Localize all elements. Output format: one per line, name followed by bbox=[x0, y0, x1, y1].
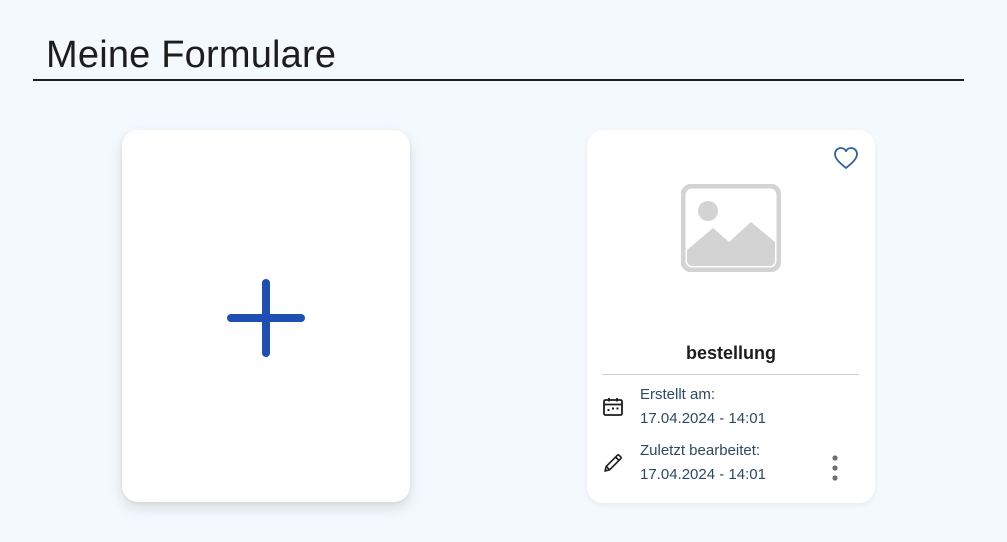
image-placeholder-icon bbox=[681, 184, 781, 272]
page-title: Meine Formulare bbox=[46, 34, 337, 76]
created-value: 17.04.2024 - 14:01 bbox=[640, 410, 766, 427]
edited-label: Zuletzt bearbeitet: bbox=[640, 442, 761, 459]
new-form-card[interactable] bbox=[122, 130, 410, 502]
form-card[interactable]: bestellung Erstellt am: 17.04.2024 - 14:… bbox=[587, 130, 875, 503]
card-divider bbox=[602, 374, 859, 375]
calendar-icon bbox=[603, 398, 623, 416]
more-vertical-icon[interactable] bbox=[829, 454, 841, 482]
form-name: bestellung bbox=[685, 343, 776, 363]
created-label: Erstellt am: bbox=[640, 386, 716, 403]
page: Meine Formulare bestellung Erstellt am: … bbox=[0, 0, 1007, 542]
title-divider bbox=[33, 79, 964, 81]
heart-outline-icon[interactable] bbox=[833, 146, 859, 170]
edited-value: 17.04.2024 - 14:01 bbox=[640, 466, 766, 483]
plus-icon bbox=[227, 279, 305, 357]
pencil-icon bbox=[604, 454, 622, 472]
